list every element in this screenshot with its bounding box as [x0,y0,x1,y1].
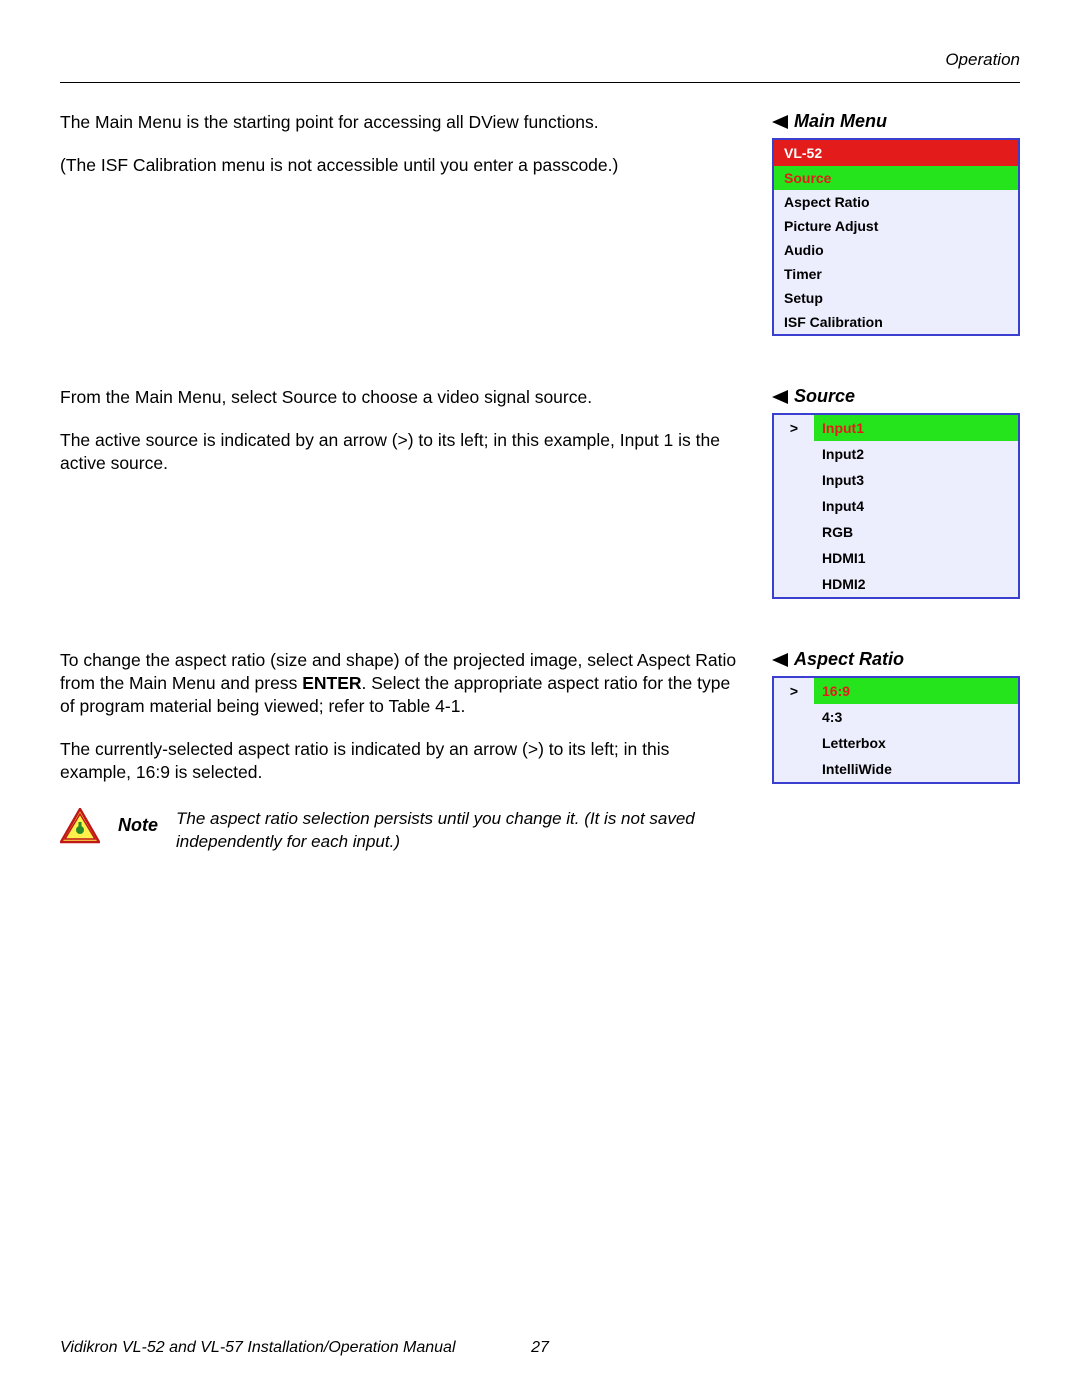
menu-item[interactable]: Input1 [814,415,1018,441]
menu-item[interactable]: Audio [774,238,1018,262]
active-arrow [774,493,814,519]
page-header-section: Operation [60,50,1020,70]
triangle-left-icon [772,390,788,404]
heading-main-menu: Main Menu [772,111,1020,132]
menu-item[interactable]: ISF Calibration [774,310,1018,334]
note-label: Note [118,814,158,838]
menu-item[interactable]: HDMI1 [814,545,1018,571]
main-menu-box: VL-52 SourceAspect RatioPicture AdjustAu… [772,138,1020,336]
menu-item[interactable]: 16:9 [814,678,1018,704]
menu-item[interactable]: Aspect Ratio [774,190,1018,214]
triangle-left-icon [772,653,788,667]
paragraph: From the Main Menu, select Source to cho… [60,386,744,409]
menu-item[interactable]: Picture Adjust [774,214,1018,238]
footer-page-number: 27 [531,1339,549,1357]
note-block: Note The aspect ratio selection persists… [60,808,744,853]
menu-item[interactable]: Input4 [814,493,1018,519]
menu-item[interactable]: IntelliWide [814,756,1018,782]
active-arrow [774,519,814,545]
source-menu-box: >Input1Input2Input3Input4RGBHDMI1HDMI2 [772,413,1020,599]
menu-item[interactable]: Letterbox [814,730,1018,756]
menu-title: VL-52 [774,140,1018,166]
header-label: Operation [945,50,1020,69]
menu-item[interactable]: RGB [814,519,1018,545]
active-arrow [774,756,814,782]
section-aspect-ratio: To change the aspect ratio (size and sha… [60,649,1020,853]
menu-item[interactable]: Source [774,166,1018,190]
paragraph: The currently-selected aspect ratio is i… [60,738,744,784]
active-arrow: > [774,678,814,704]
active-arrow [774,441,814,467]
menu-item[interactable]: 4:3 [814,704,1018,730]
heading-aspect-ratio: Aspect Ratio [772,649,1020,670]
heading-source: Source [772,386,1020,407]
paragraph: To change the aspect ratio (size and sha… [60,649,744,718]
active-arrow [774,730,814,756]
warning-triangle-icon [60,808,100,844]
menu-item[interactable]: Input2 [814,441,1018,467]
menu-item[interactable]: Timer [774,262,1018,286]
note-text: The aspect ratio selection persists unti… [176,808,736,853]
menu-item[interactable]: HDMI2 [814,571,1018,597]
menu-item[interactable]: Input3 [814,467,1018,493]
section-source: From the Main Menu, select Source to cho… [60,386,1020,599]
footer-manual-title: Vidikron VL-52 and VL-57 Installation/Op… [60,1339,456,1356]
page-footer: Vidikron VL-52 and VL-57 Installation/Op… [60,1339,1020,1357]
active-arrow [774,571,814,597]
active-arrow [774,704,814,730]
paragraph: (The ISF Calibration menu is not accessi… [60,154,744,177]
section-main-menu: The Main Menu is the starting point for … [60,111,1020,336]
active-arrow [774,545,814,571]
paragraph: The Main Menu is the starting point for … [60,111,744,134]
header-rule [60,82,1020,83]
active-arrow [774,467,814,493]
menu-item[interactable]: Setup [774,286,1018,310]
triangle-left-icon [772,115,788,129]
aspect-menu-box: >16:94:3LetterboxIntelliWide [772,676,1020,784]
paragraph: The active source is indicated by an arr… [60,429,744,475]
active-arrow: > [774,415,814,441]
